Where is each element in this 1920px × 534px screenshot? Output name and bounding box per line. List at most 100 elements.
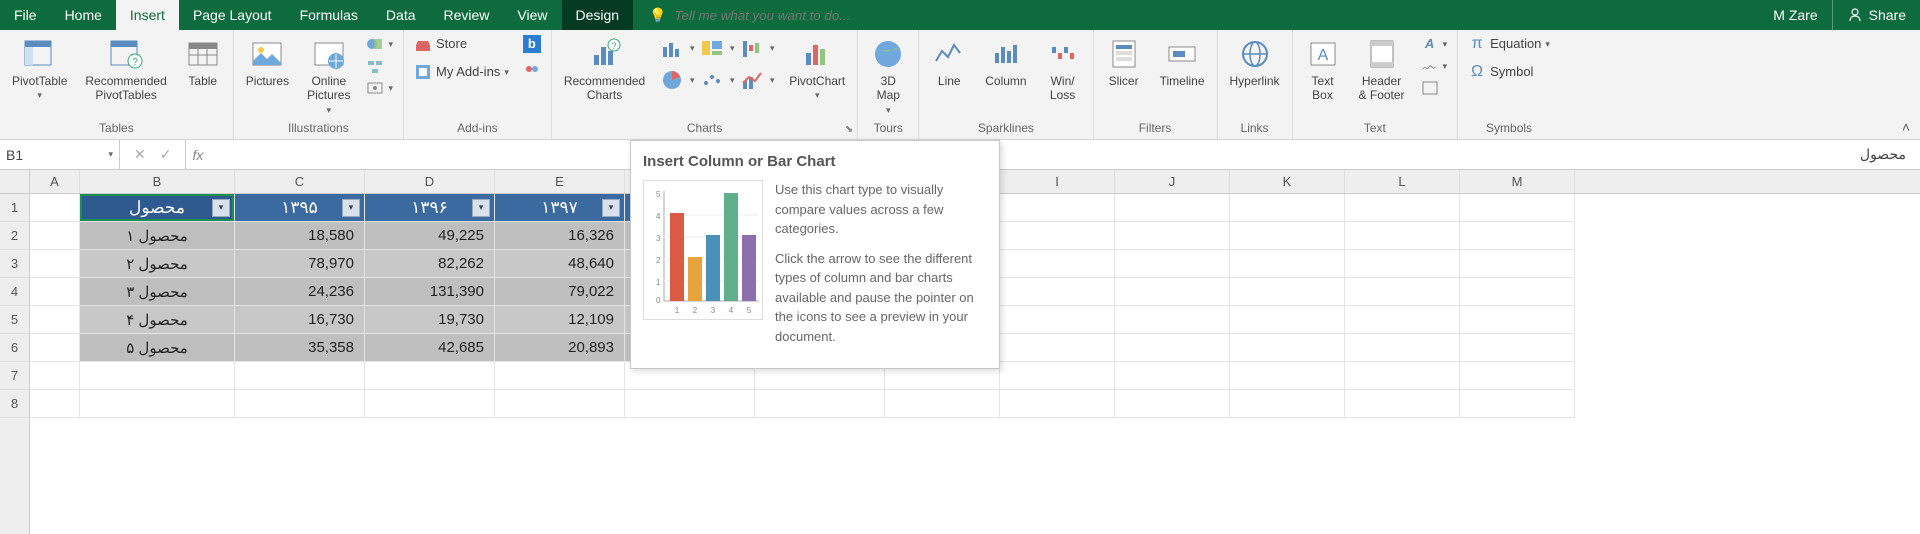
cell[interactable]	[30, 362, 80, 390]
cell[interactable]	[1230, 306, 1345, 334]
cell[interactable]	[1460, 194, 1575, 222]
row-header-2[interactable]: 2	[0, 222, 29, 250]
row-header-1[interactable]: 1	[0, 194, 29, 222]
cell[interactable]: 24,236	[235, 278, 365, 306]
cell[interactable]	[1460, 278, 1575, 306]
cell[interactable]: محصول▾	[80, 194, 235, 222]
cell[interactable]: 18,580	[235, 222, 365, 250]
tell-me-input[interactable]	[675, 8, 935, 23]
cell[interactable]	[1230, 278, 1345, 306]
smartart-button[interactable]	[364, 56, 386, 76]
row-header-7[interactable]: 7	[0, 362, 29, 390]
cell[interactable]: 16,730	[235, 306, 365, 334]
people-graph-button[interactable]	[521, 62, 543, 82]
row-header-3[interactable]: 3	[0, 250, 29, 278]
cell[interactable]	[30, 334, 80, 362]
filter-dropdown-button[interactable]: ▾	[472, 199, 490, 217]
cell[interactable]	[1000, 306, 1115, 334]
pivot-chart-button[interactable]: PivotChart ▾	[785, 34, 849, 103]
row-header-5[interactable]: 5	[0, 306, 29, 334]
filter-dropdown-button[interactable]: ▾	[212, 199, 230, 217]
row-header-8[interactable]: 8	[0, 390, 29, 418]
cell[interactable]	[1000, 222, 1115, 250]
cell[interactable]: 131,390	[365, 278, 495, 306]
cell[interactable]	[235, 362, 365, 390]
cell[interactable]: محصول ۴	[80, 306, 235, 334]
cell[interactable]	[885, 390, 1000, 418]
cell[interactable]	[1000, 362, 1115, 390]
cell[interactable]: 35,358	[235, 334, 365, 362]
cell[interactable]	[365, 362, 495, 390]
cell[interactable]	[1345, 278, 1460, 306]
wordart-button[interactable]: A▾	[1419, 34, 1450, 54]
cell[interactable]	[1345, 390, 1460, 418]
screenshot-button[interactable]: ▾	[364, 78, 395, 98]
tab-file[interactable]: File	[0, 0, 51, 30]
symbol-button[interactable]: ΩSymbol	[1466, 62, 1535, 82]
object-button[interactable]	[1419, 78, 1441, 98]
cell[interactable]	[1115, 194, 1230, 222]
insert-column-chart-button[interactable]: ▾	[659, 34, 695, 62]
tab-view[interactable]: View	[503, 0, 561, 30]
cell[interactable]	[365, 390, 495, 418]
cell[interactable]	[755, 390, 885, 418]
col-header-K[interactable]: K	[1230, 170, 1345, 193]
cell[interactable]: 12,109	[495, 306, 625, 334]
cell[interactable]	[1000, 390, 1115, 418]
cell[interactable]	[1115, 222, 1230, 250]
cell[interactable]	[625, 390, 755, 418]
cell[interactable]	[30, 390, 80, 418]
tab-review[interactable]: Review	[430, 0, 504, 30]
tab-formulas[interactable]: Formulas	[286, 0, 372, 30]
header-footer-button[interactable]: Header & Footer	[1355, 34, 1409, 105]
shapes-button[interactable]: ▾	[364, 34, 395, 54]
sparkline-winloss-button[interactable]: Win/ Loss	[1041, 34, 1085, 105]
cell[interactable]: محصول ۳	[80, 278, 235, 306]
col-header-I[interactable]: I	[1000, 170, 1115, 193]
cell[interactable]	[1230, 334, 1345, 362]
cell[interactable]	[1115, 334, 1230, 362]
cell[interactable]	[1345, 306, 1460, 334]
3d-map-button[interactable]: 3D Map ▾	[866, 34, 910, 118]
my-addins-button[interactable]: My Add-ins ▾	[412, 62, 511, 82]
cell[interactable]	[1230, 222, 1345, 250]
cell[interactable]: 79,022	[495, 278, 625, 306]
online-pictures-button[interactable]: Online Pictures ▾	[303, 34, 354, 118]
tab-data[interactable]: Data	[372, 0, 430, 30]
cancel-formula-button[interactable]: ✕	[134, 146, 146, 163]
cell[interactable]	[1460, 250, 1575, 278]
cell[interactable]: 48,640	[495, 250, 625, 278]
sparkline-column-button[interactable]: Column	[981, 34, 1030, 90]
cell[interactable]	[1115, 362, 1230, 390]
formula-input[interactable]	[209, 140, 1846, 169]
table-button[interactable]: Table	[181, 34, 225, 90]
cell[interactable]	[80, 362, 235, 390]
cell[interactable]	[1460, 390, 1575, 418]
cell[interactable]	[1000, 278, 1115, 306]
recommended-pivot-button[interactable]: ? Recommended PivotTables	[81, 34, 170, 105]
hyperlink-button[interactable]: Hyperlink	[1226, 34, 1284, 90]
equation-button[interactable]: πEquation ▾	[1466, 34, 1552, 54]
tell-me-search[interactable]: 💡	[633, 0, 950, 30]
tab-home[interactable]: Home	[51, 0, 116, 30]
text-box-button[interactable]: AText Box	[1301, 34, 1345, 105]
store-button[interactable]: Store	[412, 34, 469, 54]
cell[interactable]	[1460, 362, 1575, 390]
cell[interactable]	[1345, 250, 1460, 278]
cell[interactable]	[1345, 334, 1460, 362]
fx-label[interactable]: fx	[186, 140, 209, 169]
slicer-button[interactable]: Slicer	[1102, 34, 1146, 90]
cell[interactable]	[1345, 222, 1460, 250]
cell[interactable]: 49,225	[365, 222, 495, 250]
insert-waterfall-chart-button[interactable]: ▾	[739, 34, 775, 62]
col-header-A[interactable]: A	[30, 170, 80, 193]
cell[interactable]	[1115, 278, 1230, 306]
cell[interactable]	[495, 362, 625, 390]
cell[interactable]: 42,685	[365, 334, 495, 362]
cell[interactable]	[80, 390, 235, 418]
cell[interactable]	[1115, 250, 1230, 278]
col-header-D[interactable]: D	[365, 170, 495, 193]
cell[interactable]: 82,262	[365, 250, 495, 278]
cell[interactable]	[1345, 362, 1460, 390]
col-header-E[interactable]: E	[495, 170, 625, 193]
